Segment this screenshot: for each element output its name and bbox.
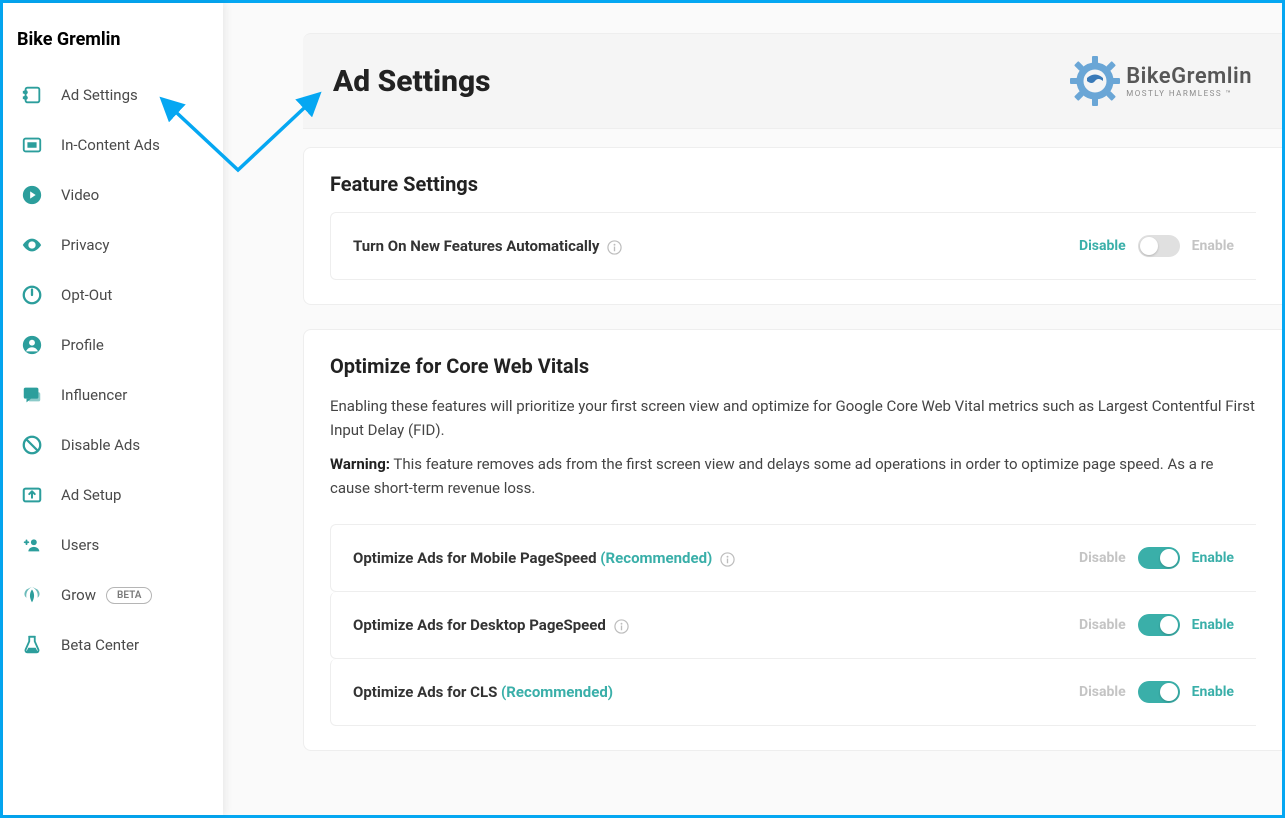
sidebar-item-label: Ad Setup xyxy=(61,486,121,504)
sidebar-item-profile[interactable]: Profile xyxy=(13,320,213,370)
info-icon[interactable] xyxy=(607,240,622,255)
feature-toggle-row: Turn On New Features Automatically Disab… xyxy=(330,212,1256,280)
sidebar-item-label: Opt-Out xyxy=(61,286,112,304)
feature-toggle-label: Turn On New Features Automatically xyxy=(353,237,873,255)
sidebar-item-label: Beta Center xyxy=(61,636,139,654)
eye-icon xyxy=(21,234,43,256)
sidebar-item-label: Influencer xyxy=(61,386,127,404)
users-plus-icon xyxy=(21,534,43,556)
sidebar-item-beta-center[interactable]: Beta Center xyxy=(13,620,213,670)
sidebar-item-in-content-ads[interactable]: In-Content Ads xyxy=(13,120,213,170)
cwv-toggle-label: Optimize Ads for Desktop PageSpeed xyxy=(353,616,873,634)
disable-label: Disable xyxy=(1079,684,1126,700)
feature-toggle-switch[interactable] xyxy=(1138,235,1180,257)
info-icon[interactable] xyxy=(614,619,629,634)
settings-panel-icon xyxy=(21,84,43,106)
enable-label: Enable xyxy=(1192,617,1234,633)
gear-logo-icon xyxy=(1070,56,1120,106)
sidebar-item-ad-settings[interactable]: Ad Settings xyxy=(13,70,213,120)
sidebar-item-label: Privacy xyxy=(61,236,109,254)
upload-box-icon xyxy=(21,484,43,506)
play-circle-icon xyxy=(21,184,43,206)
cwv-warning: Warning: This feature removes ads from t… xyxy=(330,452,1256,500)
disable-label: Disable xyxy=(1079,238,1126,254)
info-icon[interactable] xyxy=(720,552,735,567)
cwv-toggle-row: Optimize Ads for CLS (Recommended) Disabl… xyxy=(330,659,1256,726)
sidebar-item-opt-out[interactable]: Opt-Out xyxy=(13,270,213,320)
disable-label: Disable xyxy=(1079,617,1126,633)
sidebar-item-label: Grow xyxy=(61,586,96,604)
cwv-toggle-label: Optimize Ads for Mobile PageSpeed (Recom… xyxy=(353,549,873,567)
cwv-toggle-group: Disable Enable xyxy=(1079,681,1234,703)
sidebar-item-disable-ads[interactable]: Disable Ads xyxy=(13,420,213,470)
sidebar-item-privacy[interactable]: Privacy xyxy=(13,220,213,270)
logo-text: BikeGremlin xyxy=(1126,64,1252,89)
enable-label: Enable xyxy=(1192,238,1234,254)
cwv-toggle-switch[interactable] xyxy=(1138,614,1180,636)
beaker-icon xyxy=(21,634,43,656)
enable-label: Enable xyxy=(1192,550,1234,566)
cwv-toggle-group: Disable Enable xyxy=(1079,547,1234,569)
sidebar-item-grow[interactable]: Grow BETA xyxy=(13,570,213,620)
cwv-toggle-label: Optimize Ads for CLS (Recommended) xyxy=(353,683,873,701)
disable-label: Disable xyxy=(1079,550,1126,566)
recommended-tag: (Recommended) xyxy=(501,683,613,701)
sidebar-item-label: In-Content Ads xyxy=(61,136,160,154)
sidebar-item-users[interactable]: Users xyxy=(13,520,213,570)
sidebar-item-label: Video xyxy=(61,186,99,204)
feature-toggle-group: Disable Enable xyxy=(1079,235,1234,257)
cwv-heading: Optimize for Core Web Vitals xyxy=(330,354,1256,378)
feature-settings-heading: Feature Settings xyxy=(330,172,1256,196)
sidebar-item-influencer[interactable]: Influencer xyxy=(13,370,213,420)
cwv-toggle-row: Optimize Ads for Mobile PageSpeed (Recom… xyxy=(330,524,1256,592)
power-icon xyxy=(21,284,43,306)
person-circle-icon xyxy=(21,334,43,356)
logo-tagline: MOSTLY HARMLESS ™ xyxy=(1126,89,1252,98)
page-title: Ad Settings xyxy=(333,64,491,99)
page-header: Ad Settings xyxy=(303,33,1282,129)
feature-settings-card: Feature Settings Turn On New Features Au… xyxy=(303,147,1282,305)
beta-badge: BETA xyxy=(106,587,152,604)
cwv-description: Enabling these features will prioritize … xyxy=(330,394,1256,442)
sidebar-item-label: Users xyxy=(61,536,99,554)
brand-title: Bike Gremlin xyxy=(13,21,213,70)
sidebar-item-ad-setup[interactable]: Ad Setup xyxy=(13,470,213,520)
sidebar-item-video[interactable]: Video xyxy=(13,170,213,220)
sidebar-item-label: Ad Settings xyxy=(61,86,138,104)
cwv-toggle-row: Optimize Ads for Desktop PageSpeed Disab… xyxy=(330,592,1256,659)
cwv-toggle-switch[interactable] xyxy=(1138,547,1180,569)
chat-icon xyxy=(21,384,43,406)
cwv-toggle-switch[interactable] xyxy=(1138,681,1180,703)
cwv-toggle-group: Disable Enable xyxy=(1079,614,1234,636)
sidebar: Bike Gremlin Ad Settings In-Content Ads Vi… xyxy=(3,3,223,815)
core-web-vitals-card: Optimize for Core Web Vitals Enabling th… xyxy=(303,329,1282,751)
sidebar-item-label: Disable Ads xyxy=(61,436,140,454)
recommended-tag: (Recommended) xyxy=(600,549,712,567)
leaf-icon xyxy=(21,584,43,606)
inline-ad-icon xyxy=(21,134,43,156)
enable-label: Enable xyxy=(1192,684,1234,700)
brand-logo: BikeGremlin MOSTLY HARMLESS ™ xyxy=(1070,56,1252,106)
main-content: Ad Settings xyxy=(223,3,1282,815)
no-entry-icon xyxy=(21,434,43,456)
sidebar-item-label: Profile xyxy=(61,336,104,354)
